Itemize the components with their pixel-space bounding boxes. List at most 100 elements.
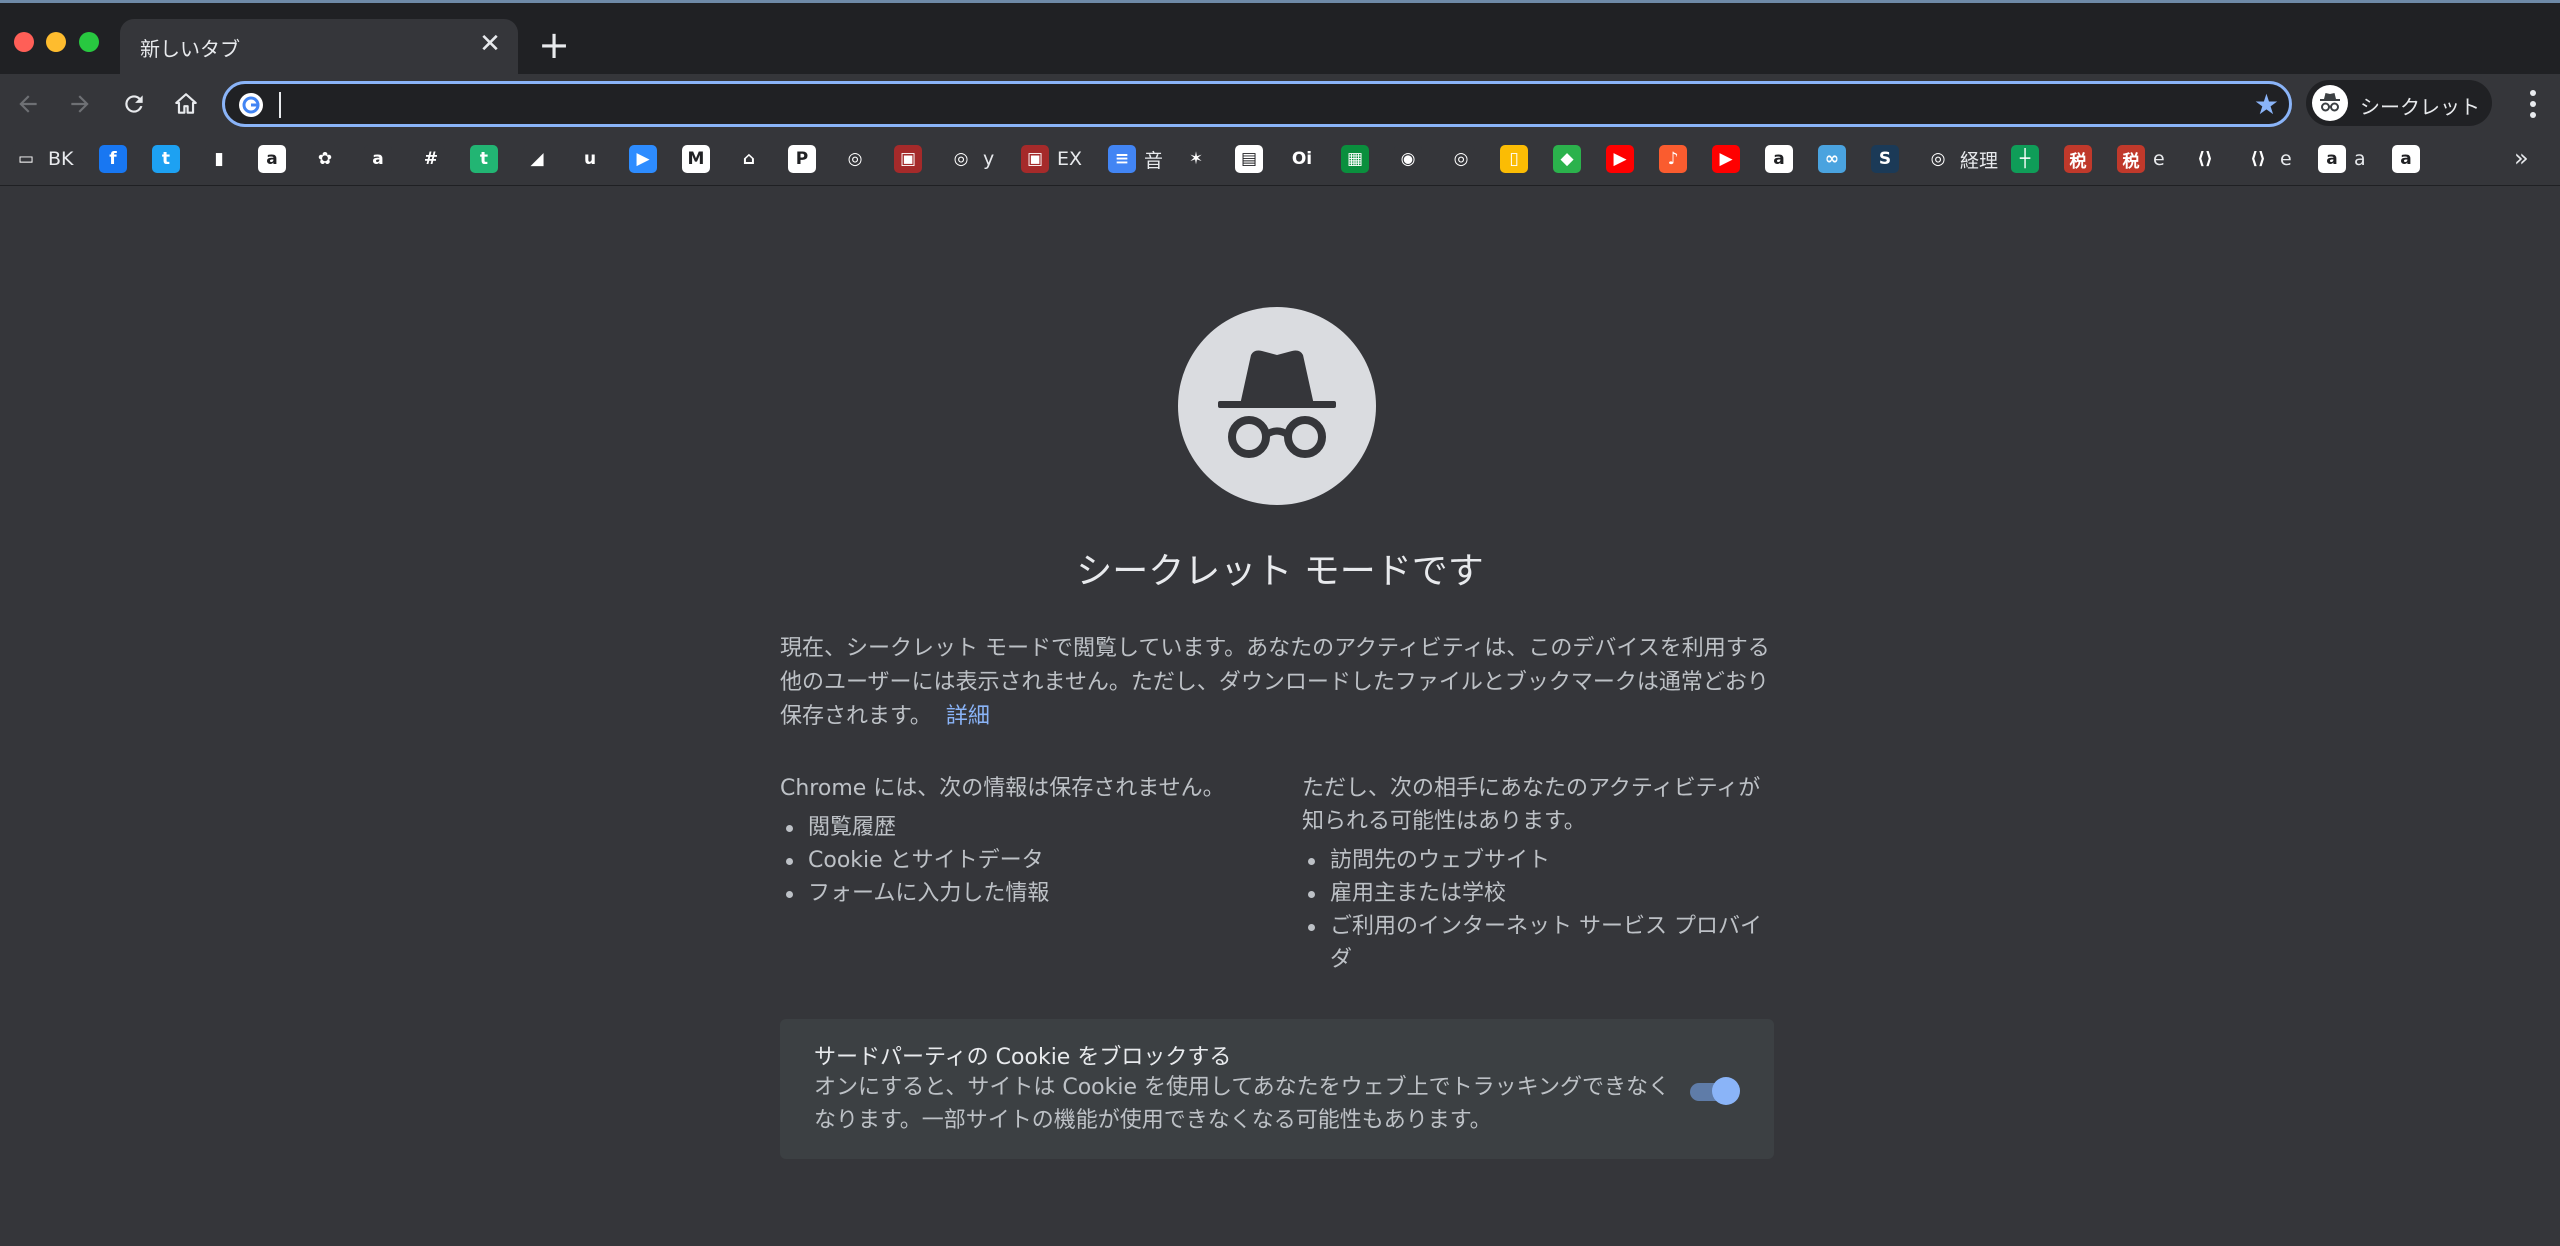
incognito-icon xyxy=(2312,85,2348,121)
menu-dot xyxy=(2530,101,2536,107)
maximize-window-button[interactable] xyxy=(79,32,99,52)
tab-new-tab[interactable]: 新しいタブ ✕ xyxy=(120,19,518,77)
red-square-icon: ▣ xyxy=(1021,145,1049,173)
bookmark-label: e xyxy=(2280,148,2292,170)
bookmark-item[interactable]: ◎ xyxy=(1447,142,1475,176)
globe-icon: ◎ xyxy=(841,145,869,173)
bookmark-item[interactable]: 税e xyxy=(2117,142,2165,176)
bookmark-item[interactable]: ◎ 経理 xyxy=(1924,142,1998,176)
feedly-icon: ◆ xyxy=(1553,145,1581,173)
close-window-button[interactable] xyxy=(14,32,34,52)
bookmark-item[interactable]: ◢ xyxy=(523,142,551,176)
bookmarks-bar: » ▭ BK f t ▮ a ✿ a # t ◢ u ▶ M ⌂ P ◎ ▣ ◎ y ▣ EX ≡ 音 ✶ ▤ Oi ▦ ◉ ◎ ▯ ◆ ▶ ♪ ▶… xyxy=(0,134,2560,186)
gmail-icon: M xyxy=(682,145,710,173)
more-menu-button[interactable] xyxy=(2518,84,2548,124)
bracket-icon: ⟨⟩ xyxy=(2191,145,2219,173)
bookmark-item[interactable]: a xyxy=(2392,142,2420,176)
map-icon: ▤ xyxy=(1235,145,1263,173)
bookmark-item[interactable]: ┼ xyxy=(2011,142,2039,176)
cookie-title: サードパーティの Cookie をブロックする xyxy=(814,1045,1232,1070)
bookmark-item[interactable]: a xyxy=(258,142,286,176)
bookmark-item[interactable]: aa xyxy=(2318,142,2366,176)
intro-text: 現在、シークレット モードで閲覧しています。あなたのアクティビティは、このデバイ… xyxy=(780,636,1770,729)
bookmark-item[interactable]: ▣ EX xyxy=(1021,142,1082,176)
bookmark-item[interactable]: t xyxy=(152,142,180,176)
cookie-description: オンにすると、サイトは Cookie を使用してあなたをウェブ上でトラッキングで… xyxy=(814,1075,1671,1133)
bookmark-item[interactable]: ▣ xyxy=(894,142,922,176)
bookmark-item[interactable]: ◆ xyxy=(1553,142,1581,176)
bookmark-item[interactable]: ⌂ xyxy=(735,142,763,176)
tab-strip: 新しいタブ ✕ + xyxy=(0,0,2560,77)
visible-heading: ただし、次の相手にあなたのアクティビティが知られる可能性はあります。 xyxy=(1302,776,1761,834)
bookmark-item[interactable]: u xyxy=(576,142,604,176)
toolbar: ★ シークレット xyxy=(0,74,2560,134)
minimize-window-button[interactable] xyxy=(46,32,66,52)
bookmark-item[interactable]: f xyxy=(99,142,127,176)
visible-list: 訪問先のウェブサイト 雇用主または学校 ご利用のインターネット サービス プロバイダ xyxy=(1302,844,1782,976)
amazon-icon: a xyxy=(1765,145,1793,173)
colorful-icon: ✶ xyxy=(1182,145,1210,173)
tax-icon: 税 xyxy=(2117,145,2145,173)
intro-paragraph: 現在、シークレット モードで閲覧しています。あなたのアクティビティは、このデバイ… xyxy=(780,632,1780,734)
forward-button[interactable] xyxy=(60,84,100,124)
bookmark-item[interactable]: 税 xyxy=(2064,142,2092,176)
bookmark-item[interactable]: ✿ xyxy=(311,142,339,176)
bookmark-item[interactable]: t xyxy=(470,142,498,176)
list-item: ご利用のインターネット サービス プロバイダ xyxy=(1302,910,1782,976)
bookmark-item[interactable]: ≡ 音 xyxy=(1108,142,1163,176)
bookmark-label: EX xyxy=(1057,148,1083,170)
bookmark-item[interactable]: M xyxy=(682,142,710,176)
bookmark-item[interactable]: ✶ xyxy=(1182,142,1210,176)
bookmark-item[interactable]: ∞ xyxy=(1818,142,1846,176)
bookmark-item[interactable]: ◎ y xyxy=(947,142,994,176)
bookmark-item[interactable]: ▭ BK xyxy=(12,142,74,176)
close-tab-icon[interactable]: ✕ xyxy=(476,30,504,58)
incognito-profile-button[interactable]: シークレット xyxy=(2306,80,2492,126)
bookmark-item[interactable]: ▮ xyxy=(205,142,233,176)
docs-icon: ≡ xyxy=(1108,145,1136,173)
address-bar[interactable]: ★ xyxy=(222,81,2292,127)
bookmark-item[interactable]: ◎ xyxy=(841,142,869,176)
new-tab-button[interactable]: + xyxy=(538,26,570,64)
cookie-block-toggle[interactable] xyxy=(1688,1075,1740,1105)
not-saved-heading: Chrome には、次の情報は保存されません。 xyxy=(780,776,1225,801)
bookmark-item[interactable]: S xyxy=(1871,142,1899,176)
bookmark-item[interactable]: ♪ xyxy=(1659,142,1687,176)
youtube-music-icon: ▶ xyxy=(1606,145,1634,173)
youtube-icon: ▶ xyxy=(1712,145,1740,173)
sheets-icon: ┼ xyxy=(2011,145,2039,173)
bookmark-item[interactable]: a xyxy=(1765,142,1793,176)
home-icon xyxy=(175,93,197,114)
keep-icon: ▯ xyxy=(1500,145,1528,173)
bookmark-item[interactable]: P xyxy=(788,142,816,176)
bookmark-item[interactable]: ◉ xyxy=(1394,142,1422,176)
globe-icon: ◎ xyxy=(1447,145,1475,173)
learn-more-link[interactable]: 詳細 xyxy=(946,704,990,729)
reload-button[interactable] xyxy=(114,84,154,124)
bookmark-item[interactable]: ⟨⟩ e xyxy=(2244,142,2292,176)
bookmark-item[interactable]: # xyxy=(417,142,445,176)
home-button[interactable] xyxy=(166,84,206,124)
bookmarks-overflow-button[interactable]: » xyxy=(2514,144,2529,172)
bookmark-star-icon[interactable]: ★ xyxy=(2254,91,2279,119)
text-caret xyxy=(279,92,281,118)
third-party-cookie-card: サードパーティの Cookie をブロックする オンにすると、サイトは Cook… xyxy=(780,1019,1774,1159)
bookmark-item[interactable]: a xyxy=(364,142,392,176)
bookmark-item[interactable]: ▤ xyxy=(1235,142,1263,176)
store-icon: ⌂ xyxy=(735,145,763,173)
arrow-right-icon xyxy=(71,95,89,113)
visible-section: ただし、次の相手にあなたのアクティビティが知られる可能性はあります。 訪問先のウ… xyxy=(1302,772,1782,976)
bookmark-item[interactable]: ▶ xyxy=(1606,142,1634,176)
bookmark-item[interactable]: ▦ xyxy=(1341,142,1369,176)
circle-icon: ◉ xyxy=(1394,145,1422,173)
folder-icon: ▭ xyxy=(12,145,40,173)
bookmark-item[interactable]: Oi xyxy=(1288,142,1316,176)
back-button[interactable] xyxy=(8,84,48,124)
amazon-icon: a xyxy=(258,145,286,173)
bookmark-item[interactable]: ⟨⟩ xyxy=(2191,142,2219,176)
bookmark-item[interactable]: ▯ xyxy=(1500,142,1528,176)
bookmark-item[interactable]: ▶ xyxy=(629,142,657,176)
toggle-knob xyxy=(1712,1077,1740,1105)
bookmark-item[interactable]: ▶ xyxy=(1712,142,1740,176)
address-input[interactable] xyxy=(277,90,2177,118)
